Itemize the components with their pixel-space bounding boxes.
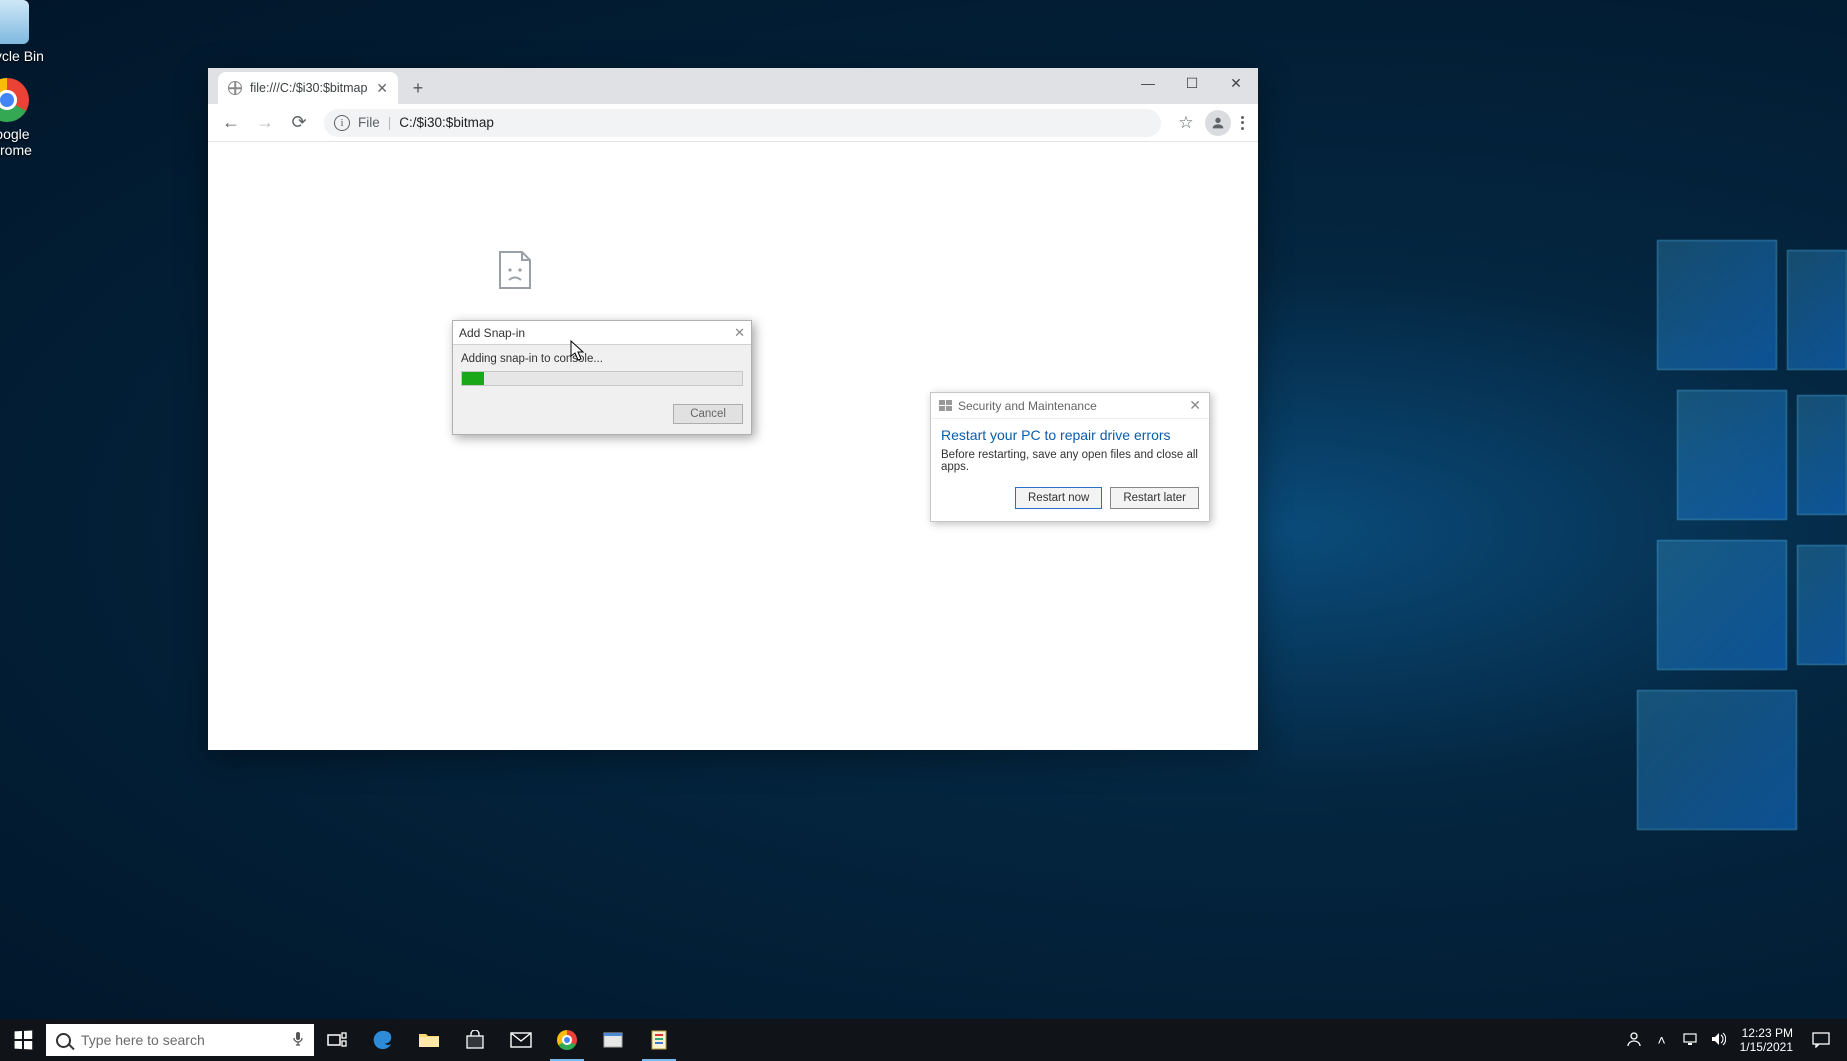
- task-view-button[interactable]: [314, 1019, 360, 1061]
- notif-source: Security and Maintenance: [958, 399, 1097, 413]
- action-center-button[interactable]: [1801, 1019, 1841, 1061]
- globe-icon: [228, 81, 242, 95]
- taskbar: Type here to search: [0, 1019, 1847, 1061]
- wallpaper-light: [1597, 240, 1847, 860]
- forward-button[interactable]: →: [250, 108, 280, 138]
- desktop-icon-recycle-bin[interactable]: Recycle Bin: [0, 0, 52, 64]
- window-controls: — ☐ ✕: [1126, 68, 1258, 98]
- tab-strip: file:///C:/$i30:$bitmap ✕ + — ☐ ✕: [208, 68, 1258, 104]
- search-placeholder: Type here to search: [81, 1032, 205, 1048]
- reload-button[interactable]: ⟳: [284, 108, 314, 138]
- mic-icon[interactable]: [292, 1031, 304, 1050]
- restart-now-button[interactable]: Restart now: [1015, 487, 1102, 509]
- desktop-icon-chrome[interactable]: Google Chrome: [0, 78, 52, 158]
- browser-toolbar: ← → ⟳ i File | C:/$i30:$bitmap ☆: [208, 104, 1258, 142]
- progress-bar: [461, 371, 743, 386]
- back-button[interactable]: ←: [216, 108, 246, 138]
- taskbar-mmc[interactable]: [636, 1019, 682, 1061]
- minimize-button[interactable]: —: [1126, 68, 1170, 98]
- taskbar-app-generic[interactable]: [590, 1019, 636, 1061]
- person-icon: [1210, 115, 1226, 131]
- tray-time: 12:23 PM: [1740, 1026, 1793, 1040]
- search-icon: [56, 1033, 71, 1048]
- taskbar-apps: [314, 1019, 682, 1061]
- security-notification: Security and Maintenance ✕ Restart your …: [930, 392, 1210, 522]
- site-info-icon[interactable]: i: [334, 115, 350, 131]
- tray-volume-icon[interactable]: [1704, 1032, 1732, 1049]
- taskbar-store[interactable]: [452, 1019, 498, 1061]
- taskbar-chrome[interactable]: [544, 1019, 590, 1061]
- browser-tab[interactable]: file:///C:/$i30:$bitmap ✕: [218, 72, 398, 104]
- tray-clock[interactable]: 12:23 PM 1/15/2021: [1732, 1026, 1801, 1055]
- close-window-button[interactable]: ✕: [1214, 68, 1258, 98]
- profile-button[interactable]: [1205, 110, 1231, 136]
- new-tab-button[interactable]: +: [404, 74, 432, 102]
- dialog-titlebar[interactable]: Add Snap-in ✕: [453, 321, 751, 345]
- taskbar-mail[interactable]: [498, 1019, 544, 1061]
- notif-titlebar: Security and Maintenance ✕: [931, 393, 1209, 419]
- address-bar[interactable]: i File | C:/$i30:$bitmap: [324, 109, 1161, 137]
- sad-file-icon: [498, 250, 532, 290]
- notif-close-button[interactable]: ✕: [1189, 397, 1201, 414]
- tab-close-button[interactable]: ✕: [376, 81, 388, 95]
- taskbar-edge[interactable]: [360, 1019, 406, 1061]
- desktop: Recycle Bin Google Chrome file:///C:/$i3…: [0, 0, 1847, 1061]
- desktop-icon-label: Google Chrome: [0, 126, 52, 158]
- start-button[interactable]: [0, 1019, 46, 1061]
- maximize-button[interactable]: ☐: [1170, 68, 1214, 98]
- bookmark-button[interactable]: ☆: [1171, 108, 1201, 138]
- taskbar-file-explorer[interactable]: [406, 1019, 452, 1061]
- cancel-button[interactable]: Cancel: [673, 404, 743, 424]
- dialog-title: Add Snap-in: [459, 326, 525, 340]
- progress-fill: [462, 372, 484, 385]
- url-scheme: File: [358, 115, 380, 130]
- taskbar-search[interactable]: Type here to search: [46, 1024, 314, 1056]
- security-flag-icon: [939, 400, 952, 411]
- tray-people[interactable]: [1620, 1031, 1648, 1050]
- chrome-menu-button[interactable]: [1235, 116, 1250, 130]
- notif-message: Before restarting, save any open files a…: [941, 449, 1199, 473]
- add-snapin-dialog: Add Snap-in ✕ Adding snap-in to console.…: [452, 320, 752, 435]
- tray-overflow[interactable]: ˄: [1648, 1032, 1676, 1048]
- tray-network-icon[interactable]: [1676, 1032, 1704, 1049]
- dialog-close-button[interactable]: ✕: [734, 325, 745, 341]
- restart-later-button[interactable]: Restart later: [1110, 487, 1199, 509]
- system-tray: ˄ 12:23 PM 1/15/2021: [1620, 1019, 1847, 1061]
- windows-logo-icon: [15, 1031, 33, 1050]
- url-path: C:/$i30:$bitmap: [399, 115, 494, 130]
- tab-title: file:///C:/$i30:$bitmap: [250, 81, 367, 95]
- desktop-icon-label: Recycle Bin: [0, 48, 52, 64]
- tray-date: 1/15/2021: [1740, 1040, 1793, 1054]
- notif-heading: Restart your PC to repair drive errors: [941, 427, 1199, 443]
- dialog-message: Adding snap-in to console...: [461, 353, 743, 365]
